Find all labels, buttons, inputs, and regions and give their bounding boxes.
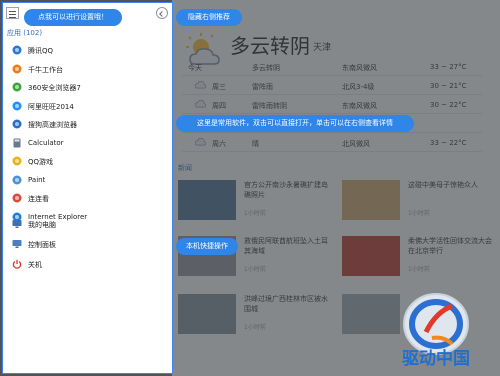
news-thumbnail xyxy=(178,294,236,334)
forecast-desc: 多云转阴 xyxy=(252,64,280,72)
forecast-day: 周六 xyxy=(212,140,226,148)
news-thumbnail xyxy=(342,180,400,220)
app-label: 我的电脑 xyxy=(28,221,56,229)
cloud-icon xyxy=(195,137,206,146)
news-item[interactable]: 柔佛大学活性回体交流大会在北京举行 1小时前 xyxy=(342,236,492,276)
hide-recommend-icon[interactable] xyxy=(156,7,168,19)
news-title: 救俄民阿联酋航班坠入土耳其海域 xyxy=(244,237,328,255)
shortcuts-tooltip: 本机快捷操作 xyxy=(176,238,238,255)
weather-condition: 多云转阴 xyxy=(230,34,310,58)
cloud-icon xyxy=(195,80,206,89)
app-item[interactable]: Paint xyxy=(3,171,172,190)
forecast-wind: 北风3-4级 xyxy=(342,83,375,91)
app-item[interactable]: QQ游戏 xyxy=(3,152,172,171)
app-label: Paint xyxy=(28,175,46,184)
calculator-icon xyxy=(13,138,21,147)
weather-forecast: 今天 多云转阴 东南风微风 33 ~ 27°C 周三 雷阵雨 北风3-4级 30 ~ 21°C… xyxy=(182,57,482,152)
app-item[interactable]: 连连看 xyxy=(3,189,172,208)
app-label: 搜狗高速浏览器 xyxy=(28,121,77,129)
paint-icon xyxy=(12,175,22,184)
forecast-temp: 33 ~ 27°C xyxy=(430,63,467,71)
qq-game-icon xyxy=(12,156,22,166)
app-label: 阿里旺旺2014 xyxy=(28,102,74,111)
aliwangwang-icon xyxy=(12,101,22,110)
computer-icon xyxy=(12,220,22,228)
forecast-row: 今天 多云转阴 东南风微风 33 ~ 27°C xyxy=(182,57,482,76)
app-label: 关机 xyxy=(28,261,42,269)
news-time: 1小时前 xyxy=(408,266,430,273)
app-list: 腾讯QQ 千牛工作台 360安全浏览器7 阿里旺旺2014 搜狗高速浏览器 Calcula… xyxy=(3,41,172,226)
apps-header: 应用 (102) xyxy=(7,29,43,37)
forecast-wind: 东南风微风 xyxy=(342,102,377,110)
forecast-wind: 北风微风 xyxy=(342,140,370,148)
news-time: 1小时前 xyxy=(244,266,266,273)
app-item[interactable]: 360安全浏览器7 xyxy=(3,78,172,97)
forecast-temp: 30 ~ 21°C xyxy=(430,82,467,90)
app-item[interactable]: 阿里旺旺2014 xyxy=(3,97,172,116)
qianniu-icon xyxy=(12,64,22,73)
system-item[interactable]: 关机 xyxy=(3,255,172,275)
hide-recommend-tooltip: 隐藏右侧推荐 xyxy=(176,9,242,26)
app-item[interactable]: 搜狗高速浏览器 xyxy=(3,115,172,134)
forecast-day: 今天 xyxy=(188,64,202,72)
forecast-temp: 30 ~ 22°C xyxy=(430,101,467,109)
app-label: QQ游戏 xyxy=(28,158,54,166)
forecast-desc: 晴 xyxy=(252,140,259,148)
qudong-china-logo: 驱动中国 xyxy=(402,293,470,369)
news-title: 洪峰过境广西桂林市区被水围城 xyxy=(244,295,328,313)
common-software-tooltip: 这里是常用软件，双击可以直接打开，单击可以在右侧查看详情 xyxy=(176,115,414,132)
watermark-text: 驱动中国 xyxy=(402,348,470,369)
app-item[interactable]: 千牛工作台 xyxy=(3,60,172,79)
forecast-desc: 雷阵雨 xyxy=(252,83,273,91)
weather-city: 天津 xyxy=(313,43,332,53)
start-menu: 应用 (102) 腾讯QQ 千牛工作台 360安全浏览器7 阿里旺旺2014 搜狗高速浏… xyxy=(2,2,173,374)
forecast-desc: 雷阵雨转阴 xyxy=(252,102,287,110)
news-time: 1小时前 xyxy=(244,210,266,217)
system-shortcuts: 我的电脑控制面板关机 xyxy=(3,215,172,275)
forecast-day: 周四 xyxy=(212,102,226,110)
sogou-browser-icon xyxy=(12,119,22,129)
news-item[interactable]: 洪峰过境广西桂林市区被水围城 1小时前 xyxy=(178,294,328,334)
app-label: 千牛工作台 xyxy=(28,65,63,74)
app-label: 腾讯QQ xyxy=(28,47,54,55)
news-thumbnail xyxy=(178,180,236,220)
forecast-temp: 33 ~ 22°C xyxy=(430,139,467,147)
power-icon xyxy=(12,259,22,269)
app-label: 连连看 xyxy=(28,195,49,203)
forecast-row: 周四 雷阵雨转阴 东南风微风 30 ~ 22°C xyxy=(182,95,482,114)
forecast-row: 周三 雷阵雨 北风3-4级 30 ~ 21°C xyxy=(182,76,482,95)
news-item[interactable]: 这碰中美母子惊艳众人 1小时前 xyxy=(342,180,492,220)
news-title: 柔佛大学活性回体交流大会在北京举行 xyxy=(408,237,492,255)
news-time: 1小时前 xyxy=(408,210,430,217)
app-label: 360安全浏览器7 xyxy=(28,84,81,92)
app-label: Calculator xyxy=(28,138,64,147)
news-time: 1小时前 xyxy=(244,324,266,331)
forecast-row: 周六 晴 北风微风 33 ~ 22°C xyxy=(182,133,482,152)
news-thumbnail xyxy=(342,236,400,276)
news-title: 官方公开南沙永暑礁扩建岛礁照片 xyxy=(244,181,328,199)
control-panel-icon xyxy=(12,240,22,248)
forecast-day: 周三 xyxy=(212,83,226,91)
system-item[interactable]: 控制面板 xyxy=(3,235,172,255)
cloud-icon xyxy=(195,99,206,108)
news-item[interactable]: 官方公开南沙永暑礁扩建岛礁照片 1小时前 xyxy=(178,180,328,220)
news-section-label: 新闻 xyxy=(178,164,192,172)
news-title: 这碰中美母子惊艳众人 xyxy=(408,181,478,189)
settings-tooltip: 点我可以进行设置哦！ xyxy=(24,9,122,26)
app-label: 控制面板 xyxy=(28,241,56,249)
app-item[interactable]: Calculator xyxy=(3,134,172,153)
app-item[interactable]: 腾讯QQ xyxy=(3,41,172,60)
browser-360-icon xyxy=(12,82,22,92)
forecast-wind: 东南风微风 xyxy=(342,64,377,72)
system-item[interactable]: 我的电脑 xyxy=(3,215,172,235)
qq-penguin-icon xyxy=(12,45,22,55)
settings-menu-icon[interactable] xyxy=(6,7,19,19)
lianliankan-icon xyxy=(12,193,22,203)
